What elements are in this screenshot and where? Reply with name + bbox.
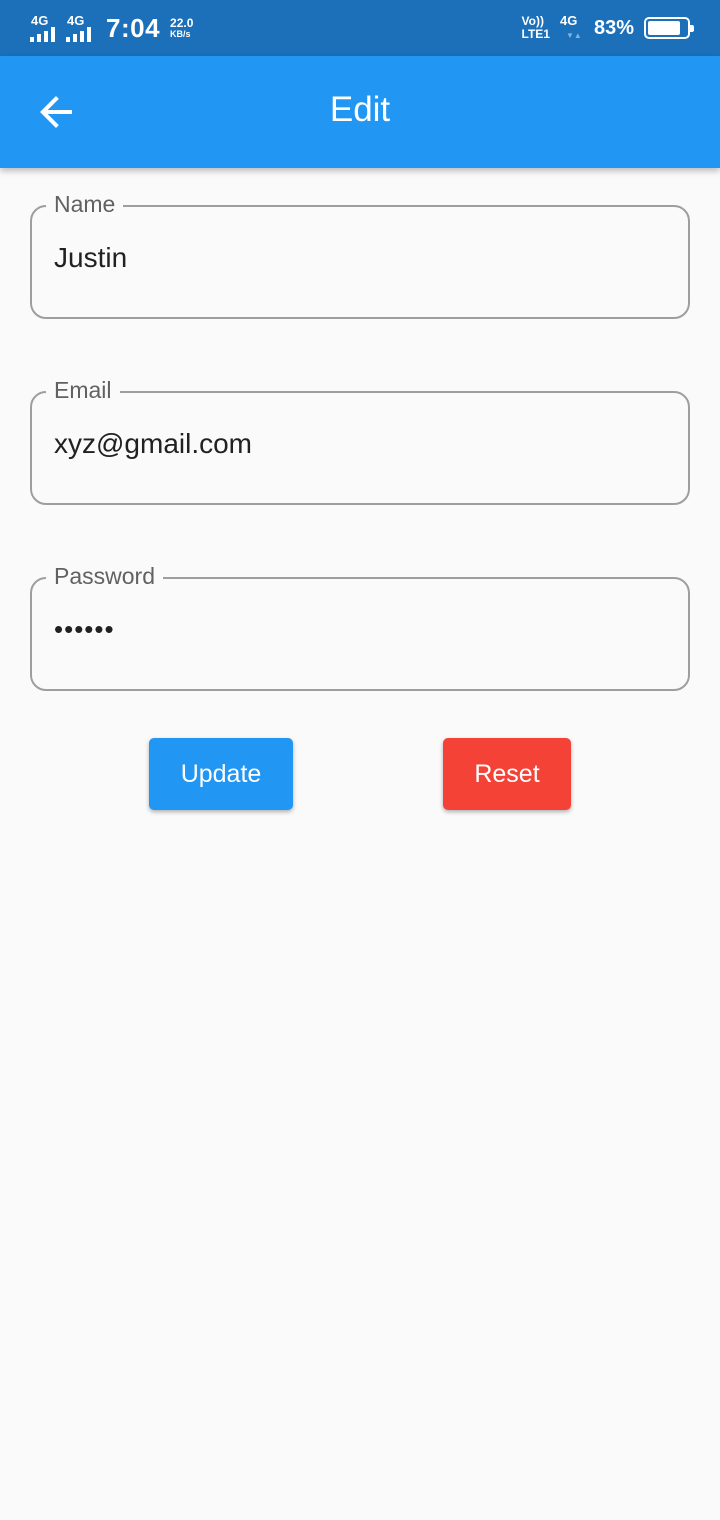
volte-bottom-label: LTE1 (521, 27, 550, 41)
net-type-label: 4G (559, 13, 578, 28)
battery-percent: 83% (593, 16, 634, 39)
name-field-label: Name (46, 190, 124, 218)
volte-icon: Vo)) LTE1 (522, 15, 550, 41)
name-field[interactable]: Name Justin (30, 190, 690, 319)
sim2-network-type: 4G (67, 13, 85, 28)
reset-button[interactable]: Reset (443, 738, 571, 810)
password-field-label: Password (46, 562, 163, 590)
email-input[interactable]: xyz@gmail.com (54, 427, 252, 461)
mobile-data-icon: 4G ▼▲ (560, 14, 584, 42)
battery-nub (690, 25, 694, 32)
speed-unit: KB/s (170, 29, 191, 39)
battery-fill (648, 21, 680, 35)
sim2-signal-icon: 4G (66, 14, 96, 42)
status-right: Vo)) LTE1 4G ▼▲ 83% (522, 12, 694, 44)
data-arrows-icon: ▼▲ (565, 31, 582, 40)
email-field[interactable]: Email xyz@gmail.com (30, 376, 690, 505)
name-input[interactable]: Justin (54, 241, 127, 275)
password-input[interactable]: •••••• (54, 612, 115, 646)
app-bar: Edit (0, 56, 720, 168)
clock: 7:04 (106, 12, 161, 43)
status-bar: 4G 4G 7:04 22.0 KB/s Vo)) LTE1 4G ▼▲ 83% (0, 0, 720, 56)
sim1-network-type: 4G (31, 13, 49, 28)
email-field-label: Email (46, 376, 120, 404)
name-field-border (30, 205, 690, 319)
battery-icon (644, 17, 694, 39)
speed-value: 22.0 (170, 16, 194, 30)
password-field[interactable]: Password •••••• (30, 562, 690, 691)
network-speed: 22.0 KB/s (170, 17, 193, 39)
page-title: Edit (329, 90, 391, 129)
sim1-signal-icon: 4G (30, 14, 60, 42)
password-field-border (30, 577, 690, 691)
update-button[interactable]: Update (149, 738, 293, 810)
status-left: 4G 4G 7:04 22.0 KB/s (30, 12, 193, 44)
